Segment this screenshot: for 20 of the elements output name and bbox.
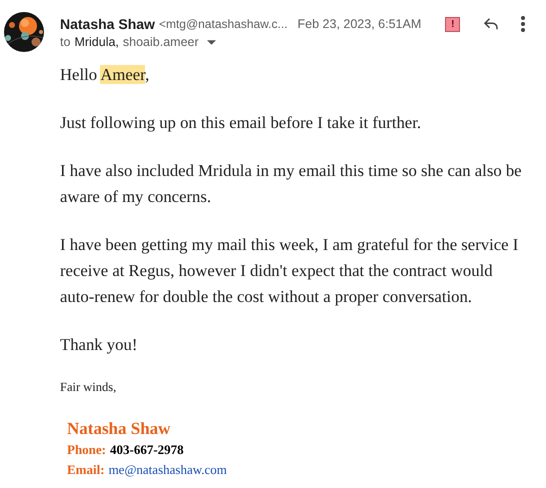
body-paragraph: Thank you! [60,334,138,356]
recipients-prefix: to [60,35,70,49]
more-options-button[interactable] [520,15,526,33]
recipient-name: Mridula, [74,35,119,49]
important-badge: ! [445,16,460,32]
signature-label: Phone: [67,441,106,459]
body-paragraph: I have also included Mridula in my email this time so she can also be aware of my concerns. [60,160,523,208]
recipient-name: shoaib.ameer [122,35,199,49]
signature-name: Natasha Shaw [67,418,172,440]
email-date: Feb 23, 2023, 6:51AM [298,17,422,31]
body-paragraph: Just following up on this email before I take it further. [60,112,422,134]
signature-label: Email: [67,461,105,479]
signature-value: 403-667-2978 [110,441,184,459]
sender-email: <mtg@natashashaw.c... [158,17,288,31]
sender-name: Natasha Shaw [60,16,155,32]
dropdown-caret-icon[interactable] [206,40,216,44]
closing-text: Fair winds, [60,379,118,396]
greeting-text: Hello Ameer, [60,64,150,86]
email-link[interactable]: me@natashashaw.com [108,460,227,480]
body-paragraph: I have been getting my mail this week, I am grateful for the service I receive at Regus, however I didn't expect that the contract would auto-renew for double the cost without a proper conversation. [60,234,520,308]
